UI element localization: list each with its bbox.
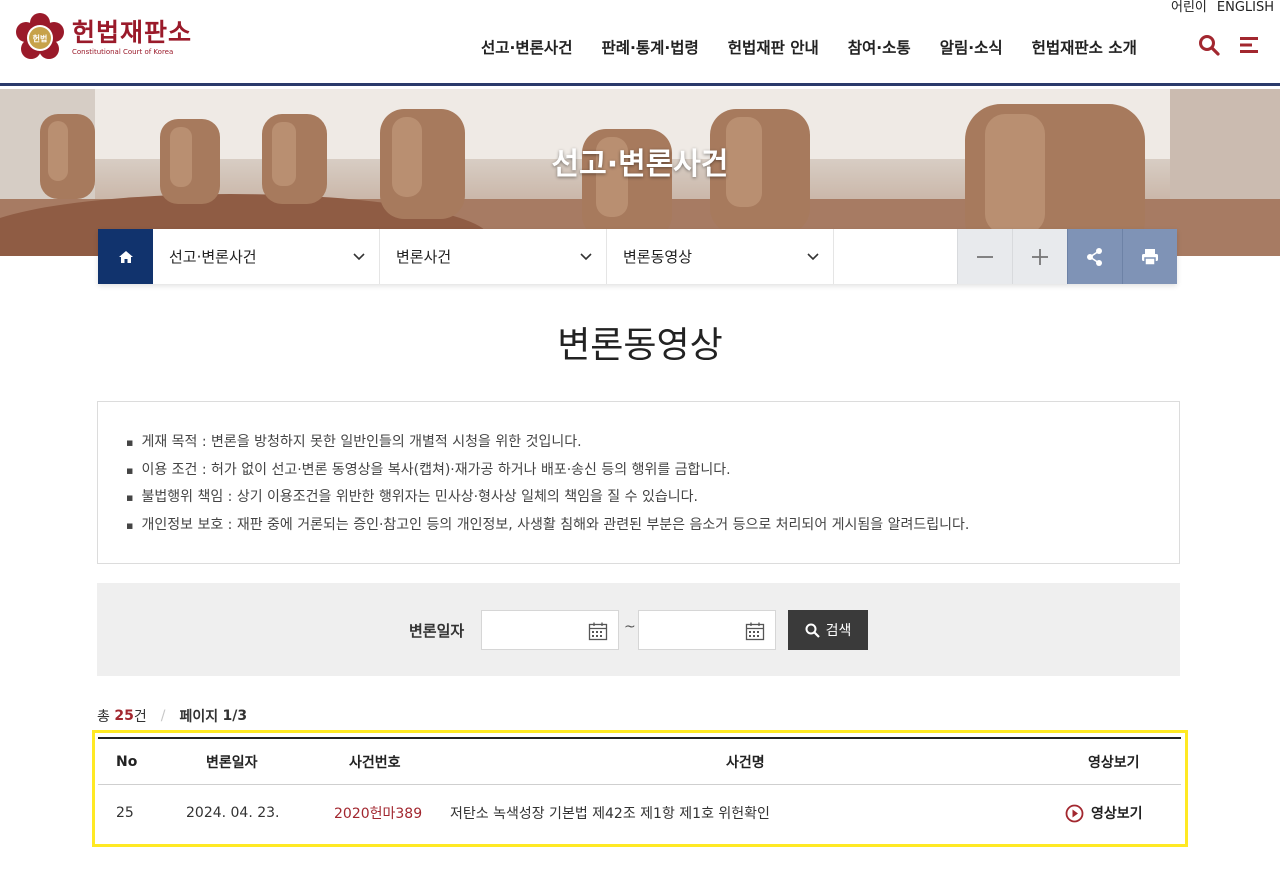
nav-item-participation[interactable]: 참여·소통: [848, 36, 911, 58]
search-icon: [805, 623, 820, 638]
row-date: 2024. 04. 23.: [186, 805, 280, 821]
table-row: 25 2024. 04. 23. 2020헌마389 저탄소 녹색성장 기본법 …: [98, 785, 1181, 841]
play-circle-icon: [1065, 804, 1084, 822]
court-seal-icon: 헌법: [14, 12, 66, 64]
home-button[interactable]: [98, 229, 153, 284]
result-count: 총 25 건 / 페이지 1/3: [97, 706, 247, 726]
watch-video-button[interactable]: 영상보기: [1065, 785, 1143, 841]
page-indicator: 1/3: [222, 708, 248, 724]
share-icon: [1087, 247, 1102, 266]
date-range-separator: ~: [624, 619, 636, 635]
search-panel: 변론일자 ~ 검색: [97, 583, 1180, 676]
col-date: 변론일자: [206, 754, 258, 771]
col-no: No: [116, 753, 138, 770]
search-date-label: 변론일자: [409, 622, 465, 640]
zoom-out-icon: [977, 255, 993, 258]
breadcrumb-label: 선고·변론사건: [169, 248, 257, 266]
breadcrumb-label: 변론사건: [396, 248, 452, 266]
notice-item: 개인정보 보호 : 재판 중에 거론되는 증인·참고인 등의 개인정보, 사생활…: [126, 512, 1179, 540]
notice-item: 불법행위 책임 : 상기 이용조건을 위반한 행위자는 민사상·형사상 일체의 …: [126, 484, 1179, 512]
start-date-field[interactable]: [481, 610, 619, 650]
logo-subtitle: Constitutional Court of Korea: [72, 48, 174, 56]
breadcrumb-level2[interactable]: 변론사건: [380, 229, 607, 284]
row-case-name: 저탄소 녹색성장 기본법 제42조 제1항 제1호 위헌확인: [450, 806, 770, 822]
search-icon[interactable]: [1198, 34, 1220, 60]
menu-icon[interactable]: [1238, 34, 1260, 60]
search-button[interactable]: 검색: [788, 610, 868, 650]
breadcrumb: 선고·변론사건 변론사건 변론동영상: [98, 229, 1177, 284]
site-header: 헌법 헌법재판소 Constitutional Court of Korea 선…: [0, 0, 1280, 86]
watch-video-label: 영상보기: [1091, 806, 1143, 822]
notice-item: 게재 목적 : 변론을 방청하지 못한 일반인들의 개별적 시청을 위한 것입니…: [126, 429, 1179, 457]
highlight-frame: No 변론일자 사건번호 사건명 영상보기 25 2024. 04. 23. 2…: [92, 730, 1188, 847]
row-no: 25: [116, 805, 134, 821]
zoom-in-icon: [1032, 248, 1048, 265]
table-header: No 변론일자 사건번호 사건명 영상보기: [98, 737, 1181, 785]
row-case-no-link[interactable]: 2020헌마389: [334, 785, 422, 841]
total-prefix: 총: [97, 709, 110, 725]
video-table: No 변론일자 사건번호 사건명 영상보기 25 2024. 04. 23. 2…: [98, 737, 1181, 841]
nav-item-news[interactable]: 알림·소식: [940, 36, 1003, 58]
notice-box: 게재 목적 : 변론을 방청하지 못한 일반인들의 개별적 시청을 위한 것입니…: [97, 401, 1180, 564]
col-case-no: 사건번호: [349, 754, 401, 771]
col-case-name: 사건명: [726, 754, 765, 771]
share-button[interactable]: [1067, 229, 1122, 284]
print-button[interactable]: [1122, 229, 1177, 284]
home-icon: [118, 250, 133, 263]
breadcrumb-level3[interactable]: 변론동영상: [607, 229, 834, 284]
zoom-in-button[interactable]: [1012, 229, 1067, 284]
total-suffix: 건: [133, 709, 147, 725]
page-title: 변론동영상: [557, 325, 723, 366]
count-divider: /: [160, 708, 166, 724]
print-icon: [1142, 248, 1158, 266]
search-button-label: 검색: [825, 623, 852, 639]
calendar-icon[interactable]: [588, 621, 608, 641]
logo-title: 헌법재판소: [72, 18, 193, 47]
calendar-icon[interactable]: [745, 621, 765, 641]
col-video: 영상보기: [1088, 754, 1140, 771]
nav-item-guide[interactable]: 헌법재판 안내: [728, 36, 819, 58]
nav-item-about[interactable]: 헌법재판소 소개: [1032, 36, 1137, 58]
total-count: 25: [114, 708, 134, 724]
notice-item: 이용 조건 : 허가 없이 선고·변론 동영상을 복사(캡쳐)·재가공 하거나 …: [126, 457, 1179, 485]
breadcrumb-spacer: [834, 229, 957, 284]
breadcrumb-level1[interactable]: 선고·변론사건: [153, 229, 380, 284]
chevron-down-icon: [353, 252, 365, 260]
end-date-field[interactable]: [638, 610, 776, 650]
nav-item-precedents[interactable]: 판례·통계·법령: [601, 36, 698, 58]
chevron-down-icon: [807, 252, 819, 260]
page-label: 페이지: [179, 709, 219, 725]
seal-text: 헌법: [33, 34, 48, 44]
banner-title: 선고·변론사건: [551, 147, 729, 182]
main-nav: 선고·변론사건 판례·통계·법령 헌법재판 안내 참여·소통 알림·소식 헌법재…: [481, 36, 1166, 58]
breadcrumb-label: 변론동영상: [623, 248, 693, 266]
chevron-down-icon: [580, 252, 592, 260]
nav-item-cases[interactable]: 선고·변론사건: [481, 36, 572, 58]
zoom-out-button[interactable]: [957, 229, 1012, 284]
site-logo[interactable]: 헌법 헌법재판소 Constitutional Court of Korea: [14, 12, 192, 64]
